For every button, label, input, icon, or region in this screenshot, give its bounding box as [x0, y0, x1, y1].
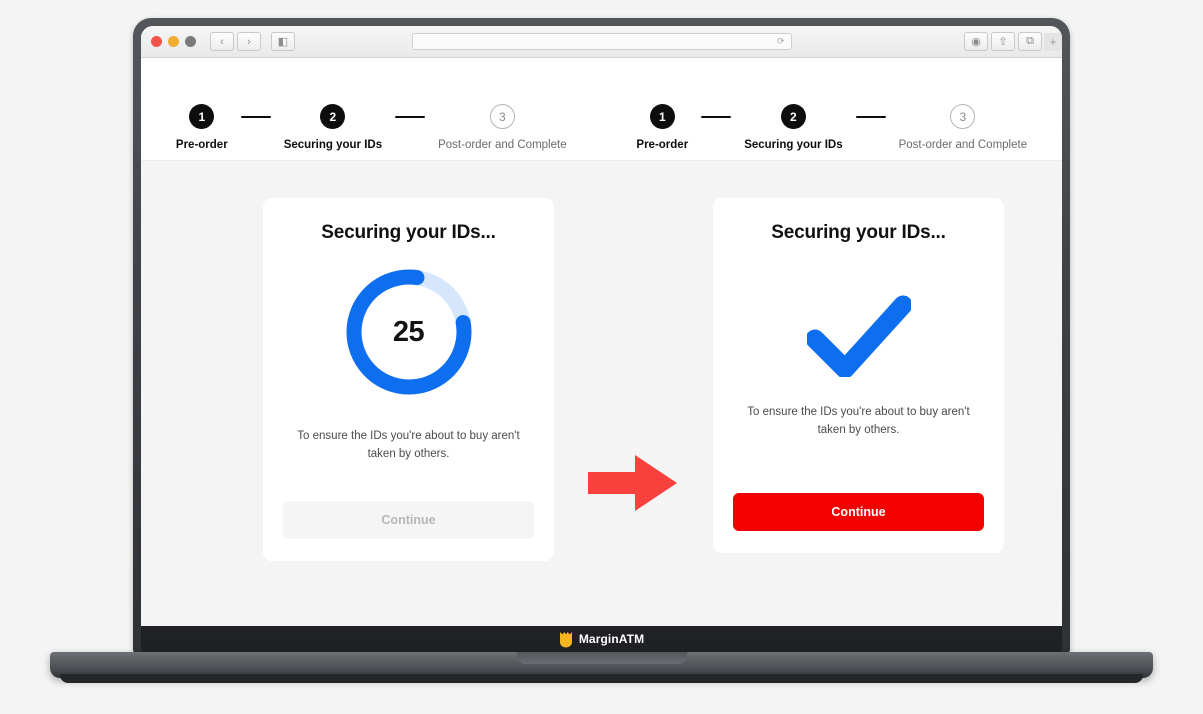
step-connector-1 — [240, 116, 271, 119]
laptop-screen: ‹ › ◧ ⟳ ◉ ⇧ ⧉ + 1 Pre-order 2 Securing y… — [141, 26, 1062, 647]
stepper-right: 1 Pre-order 2 Securing your IDs 3 Post-o… — [602, 58, 1063, 160]
step-connector-2 — [395, 116, 426, 119]
securing-ids-complete-card: Securing your IDs... To ensure the IDs y… — [713, 198, 1004, 553]
reload-icon[interactable]: ⟳ — [777, 36, 785, 47]
step-3-label: Post-order and Complete — [438, 139, 567, 151]
step-connector-2-2 — [855, 116, 886, 119]
step-3-circle-2: 3 — [950, 104, 976, 129]
continue-button-disabled: Continue — [283, 501, 534, 539]
content-area: Securing your IDs... 25 To ensure the ID… — [141, 161, 1062, 647]
continue-button[interactable]: Continue — [733, 493, 984, 531]
zoom-window-button[interactable] — [185, 36, 196, 47]
forward-button[interactable]: › — [237, 32, 261, 51]
stepper-header: 1 Pre-order 2 Securing your IDs 3 Post-o… — [141, 58, 1062, 161]
step-2-circle-2: 2 — [780, 104, 806, 129]
show-tabs-button[interactable]: ⧉ — [1018, 32, 1042, 51]
address-bar[interactable]: ⟳ — [411, 33, 792, 50]
step-1-number: 1 — [198, 109, 206, 124]
progress-ring-counter: 25 — [392, 315, 425, 348]
shield-icon: ◉ — [971, 36, 981, 48]
step-1-label-2: Pre-order — [636, 139, 689, 151]
page-viewport: 1 Pre-order 2 Securing your IDs 3 Post-o… — [141, 58, 1062, 647]
step-pre-order-2[interactable]: 1 Pre-order — [636, 104, 688, 151]
step-post-order-and-complete[interactable]: 3 Post-order and Complete — [438, 104, 567, 151]
chevron-left-icon: ‹ — [220, 35, 224, 48]
step-2-label-2: Securing your IDs — [744, 139, 843, 151]
continue-button-label: Continue — [831, 505, 886, 519]
step-2-circle: 2 — [320, 104, 346, 129]
step-securing-your-ids-2[interactable]: 2 Securing your IDs — [744, 104, 843, 151]
sidebar-toggle-button[interactable]: ◧ — [271, 32, 295, 51]
step-1-circle: 1 — [189, 104, 215, 129]
share-button[interactable]: ⇧ — [991, 32, 1015, 51]
browser-navigation-buttons: ‹ › — [210, 32, 261, 51]
progress-ring: 25 — [343, 266, 475, 398]
step-2-label: Securing your IDs — [283, 139, 383, 151]
browser-toolbar: ‹ › ◧ ⟳ ◉ ⇧ ⧉ + — [141, 26, 1062, 58]
step-3-number-2: 3 — [959, 109, 967, 124]
step-2-number: 2 — [329, 109, 337, 124]
share-icon: ⇧ — [998, 36, 1008, 48]
new-tab-button[interactable]: + — [1044, 33, 1062, 51]
laptop-brand-bar: MarginATM — [141, 626, 1062, 652]
laptop-base-notch — [516, 652, 687, 664]
complete-card-title: Securing your IDs... — [771, 222, 946, 243]
step-post-order-and-complete-2[interactable]: 3 Post-order and Complete — [899, 104, 1027, 151]
laptop-base-foot — [60, 674, 1143, 683]
continue-button-disabled-label: Continue — [381, 513, 436, 527]
tabs-icon: ⧉ — [1026, 35, 1034, 47]
progress-card-body-text: To ensure the IDs you're about to buy ar… — [297, 430, 520, 460]
step-3-circle: 3 — [489, 104, 515, 129]
laptop-brand-name: MarginATM — [578, 632, 645, 646]
checkmark-icon — [793, 280, 925, 392]
step-pre-order[interactable]: 1 Pre-order — [176, 104, 228, 151]
sidebar-icon: ◧ — [277, 36, 289, 48]
step-1-number-2: 1 — [658, 109, 666, 124]
progress-card-title: Securing your IDs... — [321, 222, 496, 243]
close-window-button[interactable] — [151, 36, 162, 47]
back-button[interactable]: ‹ — [210, 32, 234, 51]
step-1-circle-2: 1 — [649, 104, 675, 129]
arrow-right-icon — [588, 454, 678, 512]
laptop-mockup: ‹ › ◧ ⟳ ◉ ⇧ ⧉ + 1 Pre-order 2 Securing y… — [0, 0, 1203, 714]
checkmark-svg — [806, 295, 911, 377]
stepper-left: 1 Pre-order 2 Securing your IDs 3 Post-o… — [141, 58, 602, 160]
step-1-label: Pre-order — [175, 139, 228, 151]
chevron-right-icon: › — [247, 35, 251, 48]
laptop-screen-bezel: ‹ › ◧ ⟳ ◉ ⇧ ⧉ + 1 Pre-order 2 Securing y… — [133, 18, 1070, 655]
step-connector-1-2 — [701, 116, 732, 119]
minimize-window-button[interactable] — [168, 36, 179, 47]
step-3-label-2: Post-order and Complete — [898, 139, 1028, 151]
margin-atm-crown-icon — [559, 631, 572, 647]
plus-icon: + — [1049, 35, 1057, 49]
step-3-number: 3 — [499, 109, 506, 124]
privacy-shield-button[interactable]: ◉ — [964, 32, 988, 51]
arrow-right-svg — [588, 455, 677, 511]
securing-ids-progress-card: Securing your IDs... 25 To ensure the ID… — [263, 198, 554, 561]
window-traffic-lights — [151, 36, 196, 47]
browser-right-buttons: ◉ ⇧ ⧉ — [964, 32, 1042, 51]
step-2-number-2: 2 — [790, 109, 797, 124]
step-securing-your-ids[interactable]: 2 Securing your IDs — [284, 104, 382, 151]
complete-card-body-text: To ensure the IDs you're about to buy ar… — [747, 406, 970, 436]
